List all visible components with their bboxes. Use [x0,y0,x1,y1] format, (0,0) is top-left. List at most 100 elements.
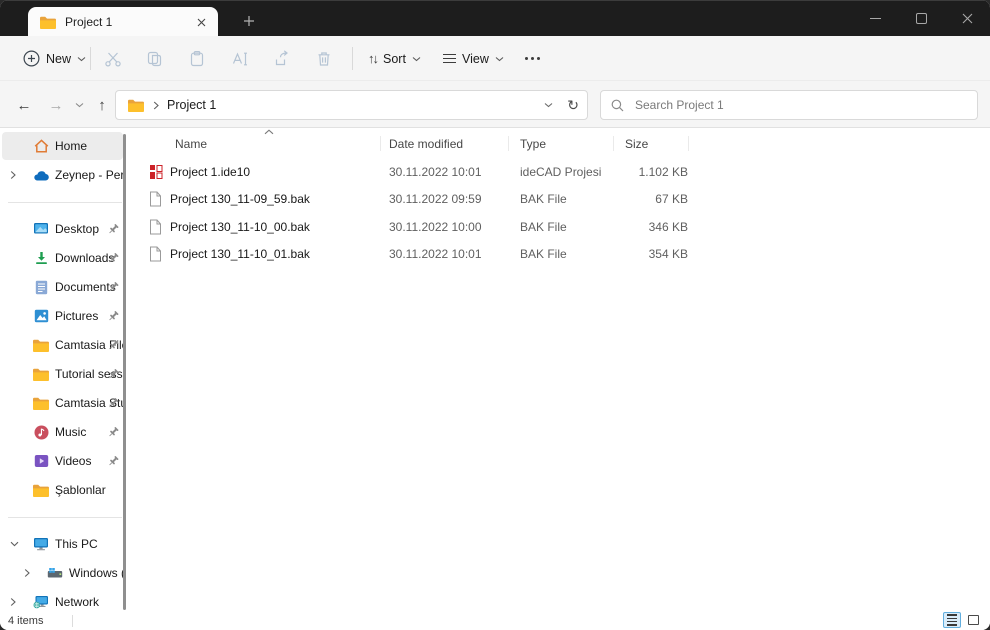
chevron-down-icon [77,56,86,62]
search-box[interactable] [600,90,978,120]
new-button[interactable]: New [14,43,95,74]
toolbar-separator [352,47,353,70]
chevron-down-icon[interactable] [10,541,19,547]
sidebar-item-onedrive[interactable]: Zeynep - Personal [2,161,123,189]
sort-ascending-icon [264,129,274,135]
network-icon [33,594,49,610]
search-input[interactable] [633,97,937,113]
sidebar-item-music[interactable]: Music [2,418,123,446]
forward-button[interactable]: → [44,93,68,117]
view-label: View [462,52,489,66]
command-bar: New ↑↓ Sort View [0,36,990,81]
column-divider[interactable] [613,136,614,151]
column-divider[interactable] [688,136,689,151]
view-button[interactable]: View [434,43,513,74]
chevron-right-icon[interactable] [10,171,16,180]
paste-button[interactable] [185,47,209,71]
recent-locations-button[interactable] [70,93,88,117]
delete-button[interactable] [312,47,336,71]
file-size: 346 KB [560,220,688,234]
sort-button[interactable]: ↑↓ Sort [359,43,430,74]
rename-button[interactable] [228,47,252,71]
sidebar-item-sablonlar[interactable]: Şablonlar [2,476,123,504]
sidebar-scrollbar[interactable] [123,134,126,610]
sidebar-item-documents[interactable]: Documents [2,273,123,301]
plus-circle-icon [23,50,40,67]
sidebar-item-home[interactable]: Home [2,132,123,160]
large-icons-view-icon [968,615,979,625]
videos-icon [33,453,49,469]
folder-icon [33,366,49,382]
file-name: Project 130_11-09_59.bak [170,192,310,206]
up-button[interactable]: ↑ [90,93,114,117]
pin-icon [107,310,120,323]
sidebar-item-desktop[interactable]: Desktop [2,215,123,243]
new-tab-button[interactable] [236,10,262,32]
address-dropdown-chevron-icon[interactable] [544,102,553,108]
chevron-down-icon [495,56,504,62]
folder-icon [40,16,56,29]
status-bar: 4 items [0,612,990,630]
file-row-bak-09-59[interactable]: Project 130_11-09_59.bak 30.11.2022 09:5… [140,186,990,214]
file-list: Name Date modified Type Size Project 1.i… [140,128,990,612]
column-divider[interactable] [508,136,509,151]
pin-icon [107,397,120,410]
chevron-down-icon [75,102,84,108]
large-icons-view-button[interactable] [964,612,982,628]
search-icon [611,99,624,112]
file-name: Project 130_11-10_01.bak [170,247,310,261]
more-options-button[interactable] [516,43,549,74]
sidebar-item-downloads[interactable]: Downloads [2,244,123,272]
trash-icon [315,50,333,68]
sidebar-item-windows-c[interactable]: Windows (C:) [2,559,123,587]
minimize-button[interactable] [852,1,898,36]
file-row-bak-10-01[interactable]: Project 130_11-10_01.bak 30.11.2022 10:0… [140,241,990,269]
this-pc-icon [33,536,49,552]
chevron-right-icon[interactable] [10,598,16,607]
file-row-project-1-ide10[interactable]: Project 1.ide10 30.11.2022 10:01 ideCAD … [140,158,990,186]
music-icon [33,424,49,440]
refresh-icon[interactable]: ↻ [567,97,579,114]
share-icon [273,50,291,68]
details-view-button[interactable] [943,612,961,628]
rename-icon [231,50,249,68]
chevron-right-icon[interactable] [24,569,30,578]
address-bar[interactable]: Project 1 ↻ [115,90,588,120]
tab-close-icon[interactable] [192,13,210,31]
toolbar-separator [90,47,91,70]
new-label: New [46,52,71,66]
tab-project-1[interactable]: Project 1 [28,7,218,37]
tab-title: Project 1 [65,15,192,29]
sidebar-item-videos[interactable]: Videos [2,447,123,475]
sidebar-item-tutorial-sessions[interactable]: Tutorial sessi [2,360,123,388]
item-count: 4 items [8,615,43,627]
copy-button[interactable] [143,47,167,71]
column-header-name[interactable]: Name [175,137,207,151]
folder-icon [33,482,49,498]
minimize-icon [870,18,881,19]
back-button[interactable]: ← [12,93,36,117]
breadcrumb-item[interactable]: Project 1 [167,98,216,112]
column-header-type[interactable]: Type [520,137,546,151]
idecad-file-icon [149,164,165,180]
cut-button[interactable] [101,47,125,71]
share-button[interactable] [270,47,294,71]
column-header-date-modified[interactable]: Date modified [389,137,463,151]
sidebar-item-camtasia-studio[interactable]: Camtasia Stu [2,389,123,417]
cut-icon [104,50,122,68]
bak-file-icon [149,219,165,235]
sidebar-item-this-pc[interactable]: This PC [2,530,123,558]
up-arrow-icon: ↑ [98,97,106,114]
file-row-bak-10-00[interactable]: Project 130_11-10_00.bak 30.11.2022 10:0… [140,213,990,241]
sidebar-item-pictures[interactable]: Pictures [2,302,123,330]
column-divider[interactable] [380,136,381,151]
maximize-button[interactable] [898,1,944,36]
breadcrumb-chevron-icon [153,101,159,110]
column-header-size[interactable]: Size [625,137,648,151]
sidebar-item-label: Şablonlar [55,483,123,497]
paste-icon [188,50,206,68]
sidebar-item-label: Home [55,139,123,153]
sidebar-item-camtasia-files[interactable]: Camtasia File [2,331,123,359]
downloads-icon [33,250,49,266]
close-button[interactable] [944,1,990,36]
